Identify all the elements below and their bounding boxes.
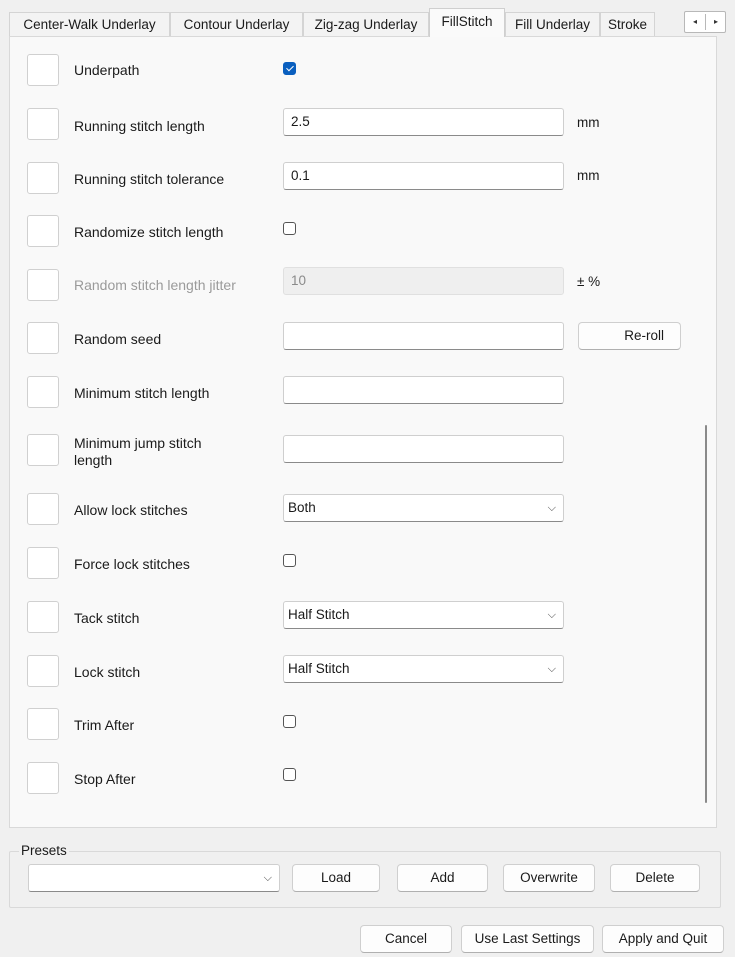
- param-label-line-2: length: [74, 452, 113, 468]
- param-toggle-box[interactable]: [27, 434, 59, 466]
- unit-label: mm: [577, 115, 600, 130]
- force-lock-stitches-checkbox[interactable]: [283, 554, 296, 567]
- param-label: Random seed: [74, 331, 162, 347]
- scroll-right-icon[interactable]: ▸: [706, 12, 726, 32]
- param-label: Allow lock stitches: [74, 502, 188, 518]
- param-toggle-box[interactable]: [27, 547, 59, 579]
- param-toggle-box[interactable]: [27, 762, 59, 794]
- param-label: Minimum jump stitch length: [74, 435, 202, 469]
- param-toggle-box[interactable]: [27, 376, 59, 408]
- param-toggle-box[interactable]: [27, 493, 59, 525]
- param-row-lock-stitch: Lock stitch Half Stitch ⌵: [27, 655, 707, 687]
- random-seed-input[interactable]: [283, 322, 564, 350]
- param-toggle-box: [27, 269, 59, 301]
- unit-label: mm: [577, 168, 600, 183]
- random-stitch-length-jitter-input: 10: [283, 267, 564, 295]
- param-toggle-box[interactable]: [27, 655, 59, 687]
- select-value: Half Stitch: [288, 661, 350, 676]
- presets-title: Presets: [19, 843, 69, 858]
- param-toggle-box[interactable]: [27, 322, 59, 354]
- param-label-line-1: Minimum jump stitch: [74, 435, 202, 451]
- load-preset-button[interactable]: Load: [292, 864, 380, 892]
- preset-combo[interactable]: ⌵: [28, 864, 280, 892]
- cancel-button[interactable]: Cancel: [360, 925, 452, 953]
- stop-after-checkbox[interactable]: [283, 768, 296, 781]
- param-label: Lock stitch: [74, 664, 141, 680]
- running-stitch-length-input[interactable]: 2.5: [283, 108, 564, 136]
- trim-after-checkbox[interactable]: [283, 715, 296, 728]
- reroll-button[interactable]: Re-roll: [578, 322, 681, 350]
- lock-stitch-select[interactable]: Half Stitch ⌵: [283, 655, 564, 683]
- select-value: Both: [288, 500, 316, 515]
- add-preset-button[interactable]: Add: [397, 864, 488, 892]
- param-label: Running stitch tolerance: [74, 171, 225, 187]
- randomize-stitch-length-checkbox[interactable]: [283, 222, 296, 235]
- param-toggle-box[interactable]: [27, 162, 59, 194]
- chevron-down-icon: ⌵: [547, 502, 556, 514]
- tack-stitch-select[interactable]: Half Stitch ⌵: [283, 601, 564, 629]
- tab-scroll-buttons: ◂ ▸: [684, 11, 726, 33]
- param-label: Trim After: [74, 717, 135, 733]
- running-stitch-tolerance-input[interactable]: 0.1: [283, 162, 564, 190]
- param-label: Force lock stitches: [74, 556, 190, 572]
- chevron-down-icon: ⌵: [263, 872, 272, 884]
- chevron-down-icon: ⌵: [547, 663, 556, 675]
- param-toggle-box[interactable]: [27, 108, 59, 140]
- param-row-underpath: Underpath: [27, 54, 707, 86]
- param-toggle-box[interactable]: [27, 215, 59, 247]
- tab-fill-underlay[interactable]: Fill Underlay: [505, 12, 600, 36]
- param-row-allow-lock-stitches: Allow lock stitches Both ⌵: [27, 493, 707, 525]
- param-label: Minimum stitch length: [74, 385, 210, 401]
- apply-and-quit-button[interactable]: Apply and Quit: [602, 925, 724, 953]
- param-label: Randomize stitch length: [74, 224, 224, 240]
- delete-preset-button[interactable]: Delete: [610, 864, 700, 892]
- param-label: Random stitch length jitter: [74, 277, 236, 293]
- fillstitch-panel: [9, 36, 717, 828]
- minimum-stitch-length-input[interactable]: [283, 376, 564, 404]
- tab-zig-zag-underlay[interactable]: Zig-zag Underlay: [303, 12, 429, 36]
- unit-label: ± %: [577, 274, 601, 289]
- tab-center-walk-underlay[interactable]: Center-Walk Underlay: [9, 12, 170, 36]
- param-label: Underpath: [74, 62, 140, 78]
- param-row-tack-stitch: Tack stitch Half Stitch ⌵: [27, 601, 707, 633]
- param-toggle-box[interactable]: [27, 708, 59, 740]
- minimum-jump-stitch-length-input[interactable]: [283, 435, 564, 463]
- scroll-left-icon[interactable]: ◂: [685, 12, 705, 32]
- tab-contour-underlay[interactable]: Contour Underlay: [170, 12, 303, 36]
- select-value: Half Stitch: [288, 607, 350, 622]
- chevron-down-icon: ⌵: [547, 609, 556, 621]
- param-label: Tack stitch: [74, 610, 140, 626]
- tab-bar: Center-Walk Underlay Contour Underlay Zi…: [9, 8, 727, 37]
- use-last-settings-button[interactable]: Use Last Settings: [461, 925, 594, 953]
- param-label: Running stitch length: [74, 118, 205, 134]
- underpath-checkbox[interactable]: [283, 62, 296, 75]
- param-label: Stop After: [74, 771, 136, 787]
- allow-lock-stitches-select[interactable]: Both ⌵: [283, 494, 564, 522]
- tab-stroke[interactable]: Stroke: [600, 12, 655, 36]
- param-toggle-box[interactable]: [27, 601, 59, 633]
- overwrite-preset-button[interactable]: Overwrite: [503, 864, 595, 892]
- tab-fillstitch[interactable]: FillStitch: [429, 8, 505, 37]
- param-toggle-box[interactable]: [27, 54, 59, 86]
